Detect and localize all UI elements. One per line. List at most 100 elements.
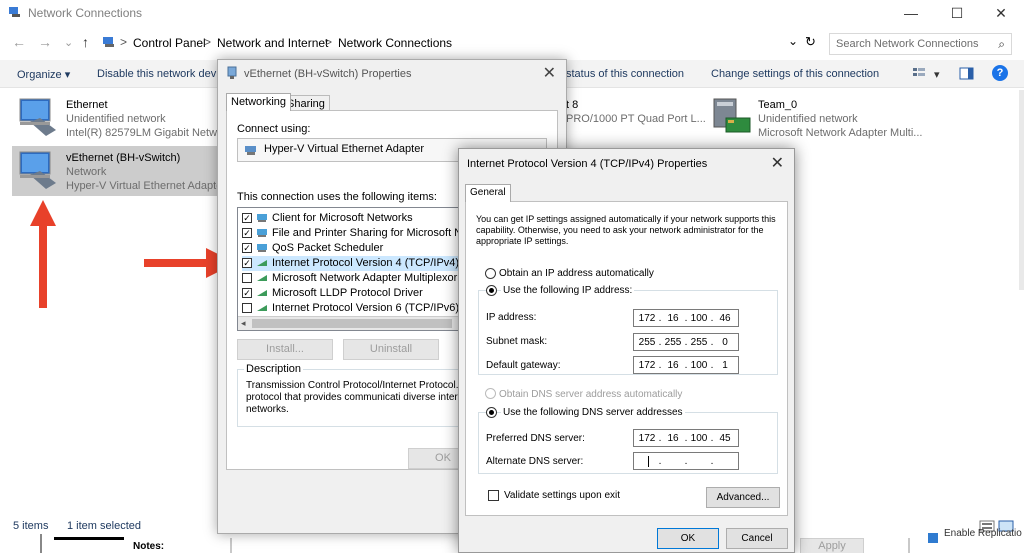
disable-device-button[interactable]: Disable this network devi xyxy=(97,68,219,80)
general-tab-panel: You can get IP settings assigned automat… xyxy=(465,201,788,516)
validate-label[interactable]: Validate settings upon exit xyxy=(504,490,620,501)
item-label: Microsoft LLDP Protocol Driver xyxy=(272,287,423,299)
adapter-status: Unidentified network xyxy=(66,113,166,125)
close-button[interactable]: ✕ xyxy=(978,0,1024,26)
intro-text: You can get IP settings assigned automat… xyxy=(476,214,776,246)
scrollbar-thumb[interactable] xyxy=(252,319,452,328)
preview-pane-icon[interactable] xyxy=(959,67,974,80)
forward-button[interactable]: → xyxy=(38,34,52,50)
breadcrumb-separator[interactable]: > xyxy=(204,35,211,49)
protocol-icon xyxy=(257,275,267,281)
search-placeholder: Search Network Connections xyxy=(836,38,979,50)
breadcrumb-separator[interactable]: > xyxy=(325,35,332,49)
replication-icon xyxy=(928,533,938,543)
obtain-dns-auto-radio[interactable] xyxy=(485,388,496,399)
divider xyxy=(40,534,42,553)
address-dropdown[interactable]: ⌄ xyxy=(788,34,798,48)
adapter-ethernet[interactable]: Ethernet Unidentified network Intel(R) 8… xyxy=(16,96,226,140)
checkbox-unchecked[interactable] xyxy=(242,303,252,313)
checkbox-checked[interactable]: ✓ xyxy=(242,228,252,238)
divider xyxy=(908,538,910,553)
minimize-button[interactable]: — xyxy=(888,0,934,26)
refresh-button[interactable]: ↻ xyxy=(805,34,816,50)
change-settings-button[interactable]: Change settings of this connection xyxy=(711,68,879,80)
preferred-dns-field[interactable]: 172. 16. 100. 45 xyxy=(633,429,739,447)
items-label: This connection uses the following items… xyxy=(237,191,437,203)
address-bar[interactable]: > Control Panel > Network and Internet >… xyxy=(100,32,816,54)
checkbox-checked[interactable]: ✓ xyxy=(242,258,252,268)
advanced-button[interactable]: Advanced... xyxy=(706,487,780,508)
item-label: QoS Packet Scheduler xyxy=(272,242,384,254)
close-icon[interactable]: ✕ xyxy=(771,153,784,173)
network-connections-icon xyxy=(9,7,20,17)
adapter-team-0[interactable]: Team_0 Unidentified network Microsoft Ne… xyxy=(708,96,928,140)
dialog-title: vEthernet (BH-vSwitch) Properties xyxy=(244,68,412,80)
protocol-icon xyxy=(257,305,267,311)
checkbox-checked[interactable]: ✓ xyxy=(242,243,252,253)
ok-button[interactable]: OK xyxy=(657,528,719,549)
subnet-mask-field[interactable]: 255. 255. 255. 0 xyxy=(633,333,739,351)
view-options-icon[interactable] xyxy=(912,67,926,80)
subnet-mask-label: Subnet mask: xyxy=(486,336,548,347)
view-status-button[interactable]: status of this connection xyxy=(566,68,684,80)
ip-address-field[interactable]: 172. 16. 100. 46 xyxy=(633,309,739,327)
close-icon[interactable]: ✕ xyxy=(543,63,556,83)
use-following-ip-radio[interactable] xyxy=(486,285,497,296)
checkbox-checked[interactable]: ✓ xyxy=(242,213,252,223)
obtain-dns-auto-label[interactable]: Obtain DNS server address automatically xyxy=(499,389,682,400)
adapter-status: Network xyxy=(66,166,107,178)
tab-networking[interactable]: Networking xyxy=(226,93,292,111)
install-button[interactable]: Install... xyxy=(237,339,333,360)
ip-address-label: IP address: xyxy=(486,312,537,323)
checkbox-unchecked[interactable] xyxy=(242,273,252,283)
notes-label: Notes: xyxy=(133,541,165,552)
default-gateway-field[interactable]: 172. 16. 100. 1 xyxy=(633,356,739,374)
use-following-ip-label[interactable]: Use the following IP address: xyxy=(501,285,635,296)
adapter-vethernet-bh-vswitch[interactable]: vEthernet (BH-vSwitch) Network Hyper-V V… xyxy=(12,146,222,196)
breadcrumb-network-and-internet[interactable]: Network and Internet xyxy=(217,36,328,50)
control-panel-icon xyxy=(103,37,114,47)
search-icon: ⌕ xyxy=(998,37,1005,51)
breadcrumb-network-connections[interactable]: Network Connections xyxy=(338,36,452,50)
maximize-button[interactable]: ☐ xyxy=(934,0,980,26)
file-sharing-icon xyxy=(257,229,267,237)
obtain-ip-auto-radio[interactable] xyxy=(485,268,496,279)
static-dns-group: Use the following DNS server addresses P… xyxy=(478,407,778,474)
use-following-dns-label[interactable]: Use the following DNS server addresses xyxy=(501,407,685,418)
adapter-name: vEthernet (BH-vSwitch) xyxy=(66,152,181,164)
use-following-dns-radio[interactable] xyxy=(486,407,497,418)
organize-menu[interactable]: Organize ▾ xyxy=(17,68,70,81)
search-input[interactable]: Search Network Connections ⌕ xyxy=(829,33,1012,55)
obtain-ip-auto-label[interactable]: Obtain an IP address automatically xyxy=(499,268,654,279)
view-options-dropdown[interactable]: ▾ xyxy=(934,68,940,81)
selection-count: 1 item selected xyxy=(67,520,141,532)
breadcrumb-control-panel[interactable]: Control Panel xyxy=(133,36,206,50)
protocol-icon xyxy=(257,290,267,296)
adapter-name: t 8 xyxy=(566,99,579,111)
adapter-icon xyxy=(227,66,237,79)
divider xyxy=(54,537,124,540)
tab-general[interactable]: General xyxy=(465,184,511,202)
network-adapter-icon xyxy=(713,98,751,133)
connect-using-label: Connect using: xyxy=(237,123,311,135)
uninstall-button[interactable]: Uninstall xyxy=(343,339,439,360)
apply-button[interactable]: Apply xyxy=(800,538,864,553)
cancel-button[interactable]: Cancel xyxy=(726,528,788,549)
alternate-dns-field[interactable]: . . . xyxy=(633,452,739,470)
recent-dropdown[interactable]: ⌄ xyxy=(64,36,73,49)
scroll-left-icon[interactable]: ◂ xyxy=(241,318,246,329)
item-label: Client for Microsoft Networks xyxy=(272,212,413,224)
adapter-ethernet-8[interactable]: t 8 PRO/1000 PT Quad Port L... xyxy=(566,96,706,140)
validate-checkbox[interactable] xyxy=(488,490,499,501)
up-button[interactable]: ↑ xyxy=(82,34,89,50)
scrollbar[interactable] xyxy=(1019,90,1024,290)
text-cursor xyxy=(648,456,649,467)
checkbox-checked[interactable]: ✓ xyxy=(242,288,252,298)
back-button[interactable]: ← xyxy=(12,34,26,50)
item-label: Internet Protocol Version 6 (TCP/IPv6) xyxy=(272,302,460,314)
window-titlebar: Network Connections — ☐ ✕ xyxy=(0,0,1024,26)
window-title: Network Connections xyxy=(28,6,143,20)
help-icon[interactable]: ? xyxy=(992,65,1008,81)
network-adapter-icon xyxy=(19,98,56,136)
enable-replication-link[interactable]: Enable Replicatio xyxy=(944,528,1022,539)
